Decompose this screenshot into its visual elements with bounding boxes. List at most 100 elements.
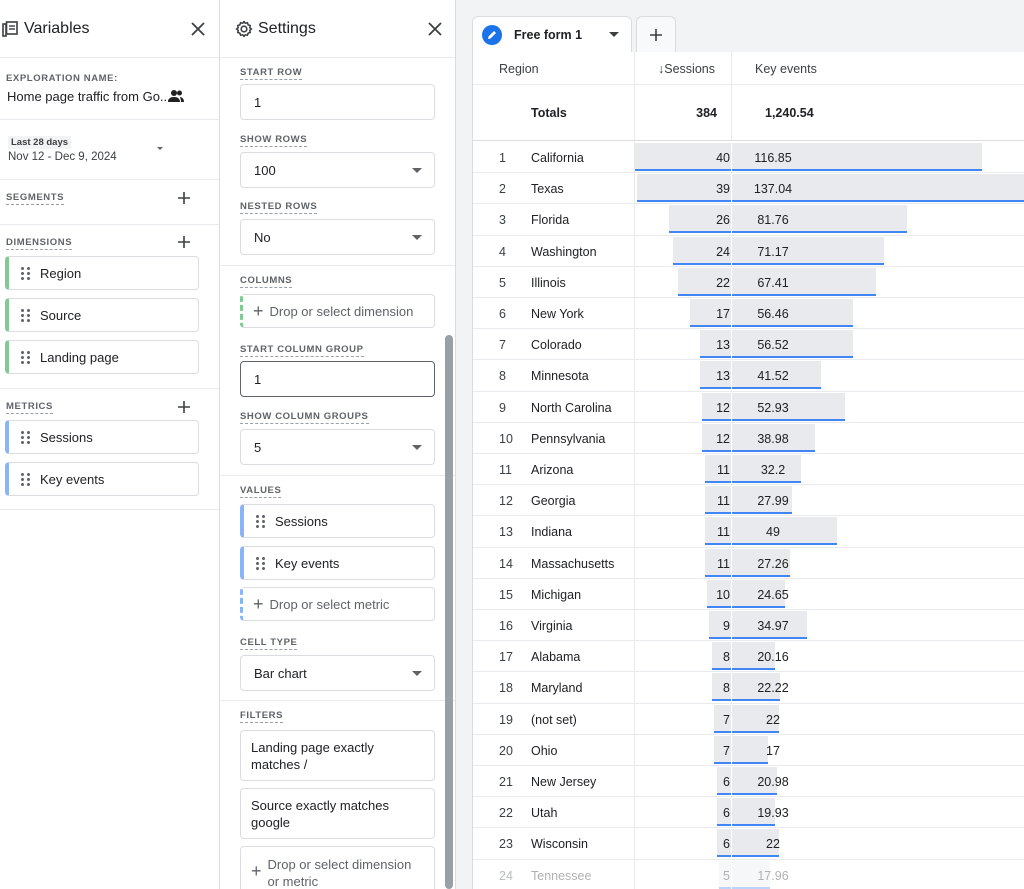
add-dimension-icon[interactable] <box>177 235 191 249</box>
key-events-value: 27.26 <box>757 556 789 571</box>
filter-source[interactable]: Source exactly matches google <box>240 788 435 839</box>
settings-scrollbar[interactable] <box>445 335 453 889</box>
key-events-value: 81.76 <box>757 213 789 228</box>
key-events-value: 22 <box>766 837 780 852</box>
tab-free-form-1[interactable]: Free form 1 <box>472 16 632 53</box>
totals-row: Totals 384 1,240.54 <box>473 85 1024 141</box>
exploration-name-value[interactable]: Home page traffic from Go... <box>7 89 171 104</box>
drag-handle-icon[interactable] <box>256 556 266 570</box>
value-chip-sessions[interactable]: Sessions <box>240 504 435 538</box>
chevron-down-icon[interactable] <box>609 32 619 37</box>
sessions-value: 6 <box>723 837 730 852</box>
date-dropdown-icon[interactable] <box>157 147 163 150</box>
table-row[interactable]: 14 Massachusetts 11 27.26 <box>473 548 1024 579</box>
table-row[interactable]: 3 Florida 26 81.76 <box>473 204 1024 236</box>
row-number: 2 <box>499 182 506 197</box>
show-column-groups-select[interactable]: 5 <box>240 429 435 465</box>
add-metric-icon[interactable] <box>177 400 191 414</box>
nested-rows-select[interactable]: No <box>240 219 435 255</box>
drag-handle-icon[interactable] <box>21 308 31 322</box>
columns-drop-zone[interactable]: + Drop or select dimension <box>240 294 435 328</box>
table-row[interactable]: 6 New York 17 56.46 <box>473 298 1024 330</box>
close-icon[interactable] <box>191 22 205 36</box>
region-cell: Georgia <box>531 494 576 509</box>
sessions-value: 9 <box>723 619 730 633</box>
values-drop-zone[interactable]: + Drop or select metric <box>240 587 435 621</box>
table-row[interactable]: 7 Colorado 13 56.52 <box>473 329 1024 361</box>
region-cell: Tennessee <box>531 868 592 883</box>
row-number: 15 <box>499 587 513 602</box>
add-tab-button[interactable] <box>636 16 676 53</box>
row-number: 18 <box>499 681 513 696</box>
start-column-group-input[interactable]: 1 <box>240 361 435 397</box>
table-row[interactable]: 16 Virginia 9 34.97 <box>473 610 1024 642</box>
table-row[interactable]: 11 Arizona 11 32.2 <box>473 454 1024 486</box>
table-row[interactable]: 9 North Carolina 12 52.93 <box>473 392 1024 423</box>
dimension-label: Region <box>40 265 82 281</box>
key-events-value: 56.46 <box>757 307 789 321</box>
table-row[interactable]: 15 Michigan 10 24.65 <box>473 579 1024 610</box>
table-row[interactable]: 2 Texas 39 137.04 <box>473 173 1024 205</box>
filter-landing-page[interactable]: Landing page exactly matches / <box>240 730 435 781</box>
add-segment-icon[interactable] <box>177 191 191 205</box>
table-row[interactable]: 8 Minnesota 13 41.52 <box>473 360 1024 392</box>
drag-handle-icon[interactable] <box>21 266 31 280</box>
region-cell: North Carolina <box>531 400 612 415</box>
value-chip-key-events[interactable]: Key events <box>240 546 435 580</box>
drag-handle-icon[interactable] <box>21 350 31 364</box>
plus-icon: + <box>253 300 264 321</box>
show-rows-select[interactable]: 100 <box>240 152 435 188</box>
metric-chip-sessions[interactable]: Sessions <box>5 420 199 454</box>
drag-handle-icon[interactable] <box>21 472 31 486</box>
table-row[interactable]: 20 Ohio 7 17 <box>473 735 1024 766</box>
table-row[interactable]: 24 Tennessee 5 17.96 <box>473 860 1024 889</box>
table-row[interactable]: 19 (not set) 7 22 <box>473 704 1024 735</box>
chevron-down-icon <box>412 168 422 173</box>
columns-drop-text: Drop or select dimension <box>269 303 414 319</box>
close-icon[interactable] <box>428 22 442 36</box>
date-range-section[interactable]: Last 28 days Nov 12 - Dec 9, 2024 <box>0 120 219 180</box>
filters-drop-text: Drop or select dimension or metric <box>267 857 412 889</box>
sessions-value: 22 <box>716 275 730 290</box>
drag-handle-icon[interactable] <box>256 514 266 528</box>
divider <box>221 700 455 701</box>
region-cell: California <box>531 151 584 165</box>
metric-chip-key-events[interactable]: Key events <box>5 462 199 496</box>
cell-type-label: CELL TYPE <box>240 637 298 650</box>
column-header-key-events[interactable]: Key events <box>755 62 817 76</box>
data-table: Region ↓Sessions Key events Totals 384 1… <box>472 52 1024 889</box>
cell-type-select[interactable]: Bar chart <box>240 655 435 691</box>
table-row[interactable]: 13 Indiana 11 49 <box>473 516 1024 548</box>
table-row[interactable]: 12 Georgia 11 27.99 <box>473 485 1024 517</box>
table-row[interactable]: 5 Illinois 22 67.41 <box>473 267 1024 298</box>
dimension-chip-source[interactable]: Source <box>5 298 199 332</box>
table-row[interactable]: 1 California 40 116.85 <box>473 142 1024 174</box>
table-row[interactable]: 22 Utah 6 19.93 <box>473 797 1024 829</box>
table-row[interactable]: 23 Wisconsin 6 22 <box>473 828 1024 860</box>
table-row[interactable]: 21 New Jersey 6 20.98 <box>473 766 1024 798</box>
sessions-value: 11 <box>717 494 730 509</box>
dimension-chip-landing-page[interactable]: Landing page <box>5 340 199 374</box>
column-header-sessions[interactable]: ↓Sessions <box>658 62 715 76</box>
pencil-icon[interactable] <box>482 25 502 45</box>
start-row-input[interactable]: 1 <box>240 84 435 120</box>
dimension-chip-region[interactable]: Region <box>5 256 199 290</box>
key-events-value: 27.99 <box>757 494 789 509</box>
row-number: 8 <box>499 369 506 384</box>
table-row[interactable]: 10 Pennsylvania 12 38.98 <box>473 423 1024 454</box>
table-row[interactable]: 4 Washington 24 71.17 <box>473 236 1024 267</box>
table-row[interactable]: 17 Alabama 8 20.16 <box>473 641 1024 673</box>
date-preset-chip[interactable]: Last 28 days <box>8 136 72 149</box>
table-row[interactable]: 18 Maryland 8 22.22 <box>473 672 1024 704</box>
start-row-label: START ROW <box>240 67 303 80</box>
date-range-value[interactable]: Nov 12 - Dec 9, 2024 <box>8 151 117 163</box>
column-header-region[interactable]: Region <box>499 62 539 76</box>
drag-handle-icon[interactable] <box>21 430 31 444</box>
dimension-label: Landing page <box>40 349 119 365</box>
sessions-value: 8 <box>723 650 730 665</box>
settings-title: Settings <box>258 19 316 37</box>
sessions-value: 10 <box>716 587 730 602</box>
filters-drop-zone[interactable]: + Drop or select dimension or metric <box>240 846 435 889</box>
gear-icon <box>235 20 253 38</box>
region-cell: Wisconsin <box>531 837 588 852</box>
